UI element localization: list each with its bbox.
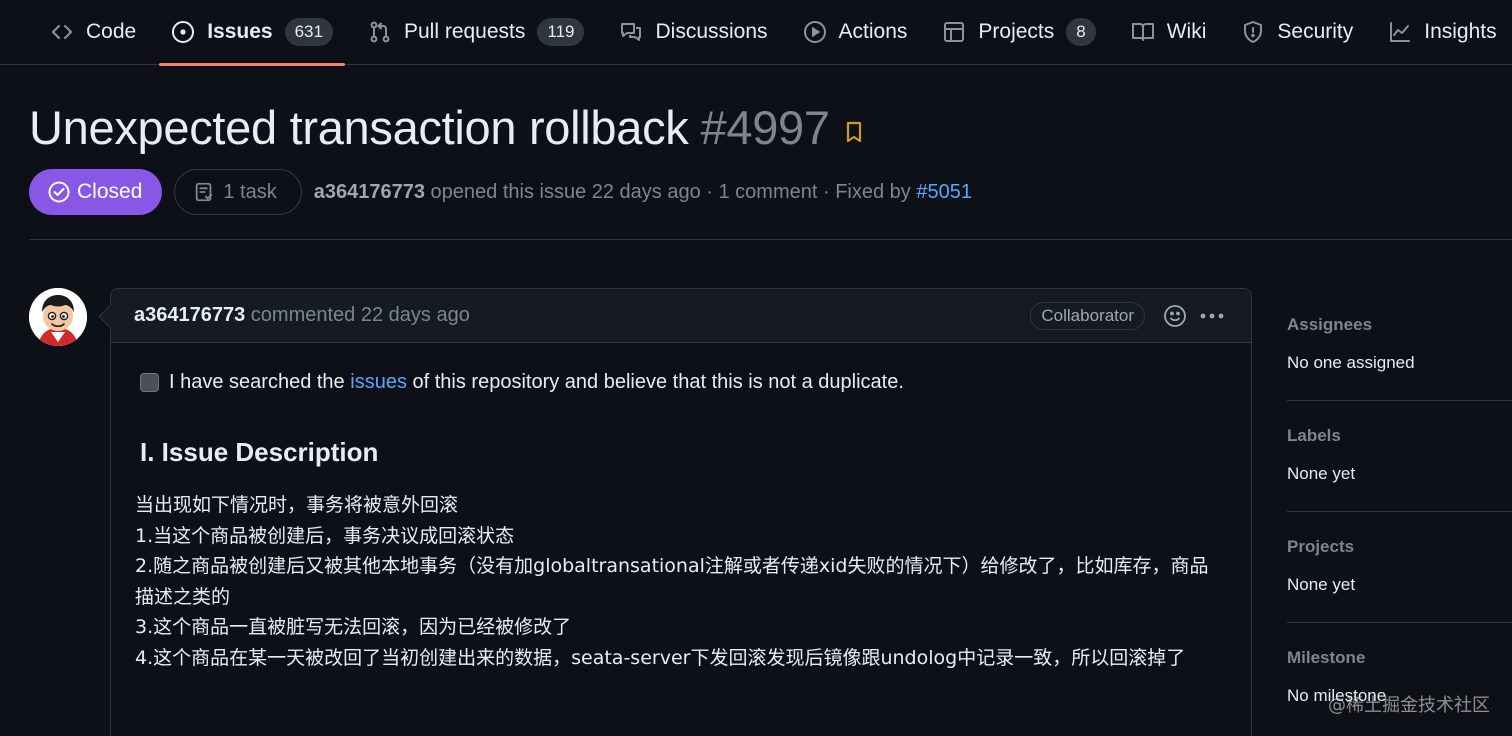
sidebar-milestone: Milestone No milestone xyxy=(1287,623,1512,734)
tab-insights-label: Insights xyxy=(1424,20,1497,43)
sidebar-projects: Projects None yet xyxy=(1287,512,1512,623)
tab-issues-label: Issues xyxy=(207,20,273,43)
issue-opened-info: a364176773 opened this issue 22 days ago… xyxy=(314,181,972,204)
assignees-value: No one assigned xyxy=(1287,353,1415,372)
header-divider xyxy=(29,239,1512,240)
tab-projects[interactable]: Projects 8 xyxy=(930,0,1107,65)
description-line: 2.随之商品被创建后又被其他本地事务（没有加globaltransational… xyxy=(135,555,1209,608)
milestone-heading[interactable]: Milestone xyxy=(1287,648,1512,668)
table-icon xyxy=(942,20,966,44)
smiley-icon[interactable] xyxy=(1163,304,1187,328)
projects-counter: 8 xyxy=(1066,18,1096,46)
task-list-icon xyxy=(196,182,213,202)
discussions-icon xyxy=(619,20,643,44)
graph-icon xyxy=(1388,20,1412,44)
projects-heading[interactable]: Projects xyxy=(1287,537,1512,557)
issue-description-text: 当出现如下情况时，事务将被意外回滚 1.当这个商品被创建后，事务决议成回滚状态 … xyxy=(135,490,1225,673)
watermark: @稀土掘金技术社区 xyxy=(1328,695,1490,716)
tab-security[interactable]: Security xyxy=(1229,0,1365,65)
issue-author-link[interactable]: a364176773 xyxy=(314,181,425,203)
description-line: 1.当这个商品被创建后，事务决议成回滚状态 xyxy=(135,524,515,547)
tab-pull-requests[interactable]: Pull requests 119 xyxy=(356,0,597,65)
issue-opened-icon xyxy=(171,20,195,44)
kebab-horizontal-icon[interactable] xyxy=(1199,304,1225,328)
tasks-label: 1 task xyxy=(223,180,277,203)
tab-actions[interactable]: Actions xyxy=(791,0,920,65)
labels-value: None yet xyxy=(1287,464,1356,483)
issues-link[interactable]: issues xyxy=(350,371,407,394)
state-label: Closed xyxy=(77,180,143,203)
tab-code[interactable]: Code xyxy=(38,0,148,65)
tab-security-label: Security xyxy=(1277,20,1354,43)
tab-issues[interactable]: Issues 631 xyxy=(159,0,345,66)
repo-nav: Code Issues 631 Pull requests 119 Discus… xyxy=(0,0,1512,66)
issues-counter: 631 xyxy=(284,18,333,46)
duplicate-checkbox[interactable] xyxy=(140,373,159,392)
issue-description-heading: I. Issue Description xyxy=(140,437,379,467)
tab-insights[interactable]: Insights xyxy=(1376,0,1508,65)
git-pull-request-icon xyxy=(368,20,392,44)
issue-title-text: Unexpected transaction rollback xyxy=(29,101,689,154)
issue-sidebar: Assignees No one assigned Labels None ye… xyxy=(1287,290,1512,734)
play-icon xyxy=(803,20,827,44)
comment: a364176773 commented 22 days ago Collabo… xyxy=(110,288,1252,736)
pull-requests-counter: 119 xyxy=(537,18,585,46)
issue-title: Unexpected transaction rollback #4997 xyxy=(29,100,864,155)
comment-time[interactable]: commented 22 days ago xyxy=(245,304,470,326)
tab-discussions[interactable]: Discussions xyxy=(607,0,779,65)
comment-author-link[interactable]: a364176773 xyxy=(134,304,245,326)
task-list-item: I have searched the issues of this repos… xyxy=(140,371,1227,394)
tab-wiki-label: Wiki xyxy=(1166,20,1207,43)
fixed-by-link[interactable]: #5051 xyxy=(916,181,972,203)
labels-heading[interactable]: Labels xyxy=(1287,426,1512,446)
description-line: 4.这个商品在某一天被改回了当初创建出来的数据，seata-server下发回滚… xyxy=(135,646,1186,669)
role-badge: Collaborator xyxy=(1030,302,1145,330)
check-circle-icon xyxy=(48,181,70,203)
book-icon xyxy=(1131,20,1155,44)
assignees-heading[interactable]: Assignees xyxy=(1287,315,1512,335)
tab-projects-label: Projects xyxy=(978,20,1055,43)
tab-pull-requests-label: Pull requests xyxy=(403,20,526,43)
bookmark-icon[interactable] xyxy=(844,120,864,144)
description-line: 3.这个商品一直被脏写无法回滚，因为已经被修改了 xyxy=(135,616,572,638)
projects-value: None yet xyxy=(1287,575,1356,594)
state-badge: Closed xyxy=(29,169,163,215)
tab-wiki[interactable]: Wiki xyxy=(1119,0,1219,65)
tab-actions-label: Actions xyxy=(838,20,908,43)
issue-number: #4997 xyxy=(700,101,831,154)
comment-body: I have searched the issues of this repos… xyxy=(111,343,1251,673)
comment-meta: a364176773 commented 22 days ago xyxy=(134,304,470,327)
tasks-pill[interactable]: 1 task xyxy=(174,169,302,215)
sidebar-assignees: Assignees No one assigned xyxy=(1287,290,1512,401)
avatar[interactable] xyxy=(29,288,87,346)
checkbox-text-before: I have searched the xyxy=(169,371,345,393)
tab-discussions-label: Discussions xyxy=(655,20,768,43)
tab-code-label: Code xyxy=(86,20,137,43)
comment-header: a364176773 commented 22 days ago Collabo… xyxy=(111,289,1251,343)
code-icon xyxy=(50,20,74,44)
opened-text: opened this issue 22 days ago · 1 commen… xyxy=(424,180,917,203)
sidebar-labels: Labels None yet xyxy=(1287,401,1512,512)
checkbox-text-after: of this repository and believe that this… xyxy=(412,371,904,393)
shield-icon xyxy=(1241,20,1265,44)
description-line: 当出现如下情况时，事务将被意外回滚 xyxy=(135,494,459,516)
issue-meta: Closed 1 task a364176773 opened this iss… xyxy=(29,169,972,215)
